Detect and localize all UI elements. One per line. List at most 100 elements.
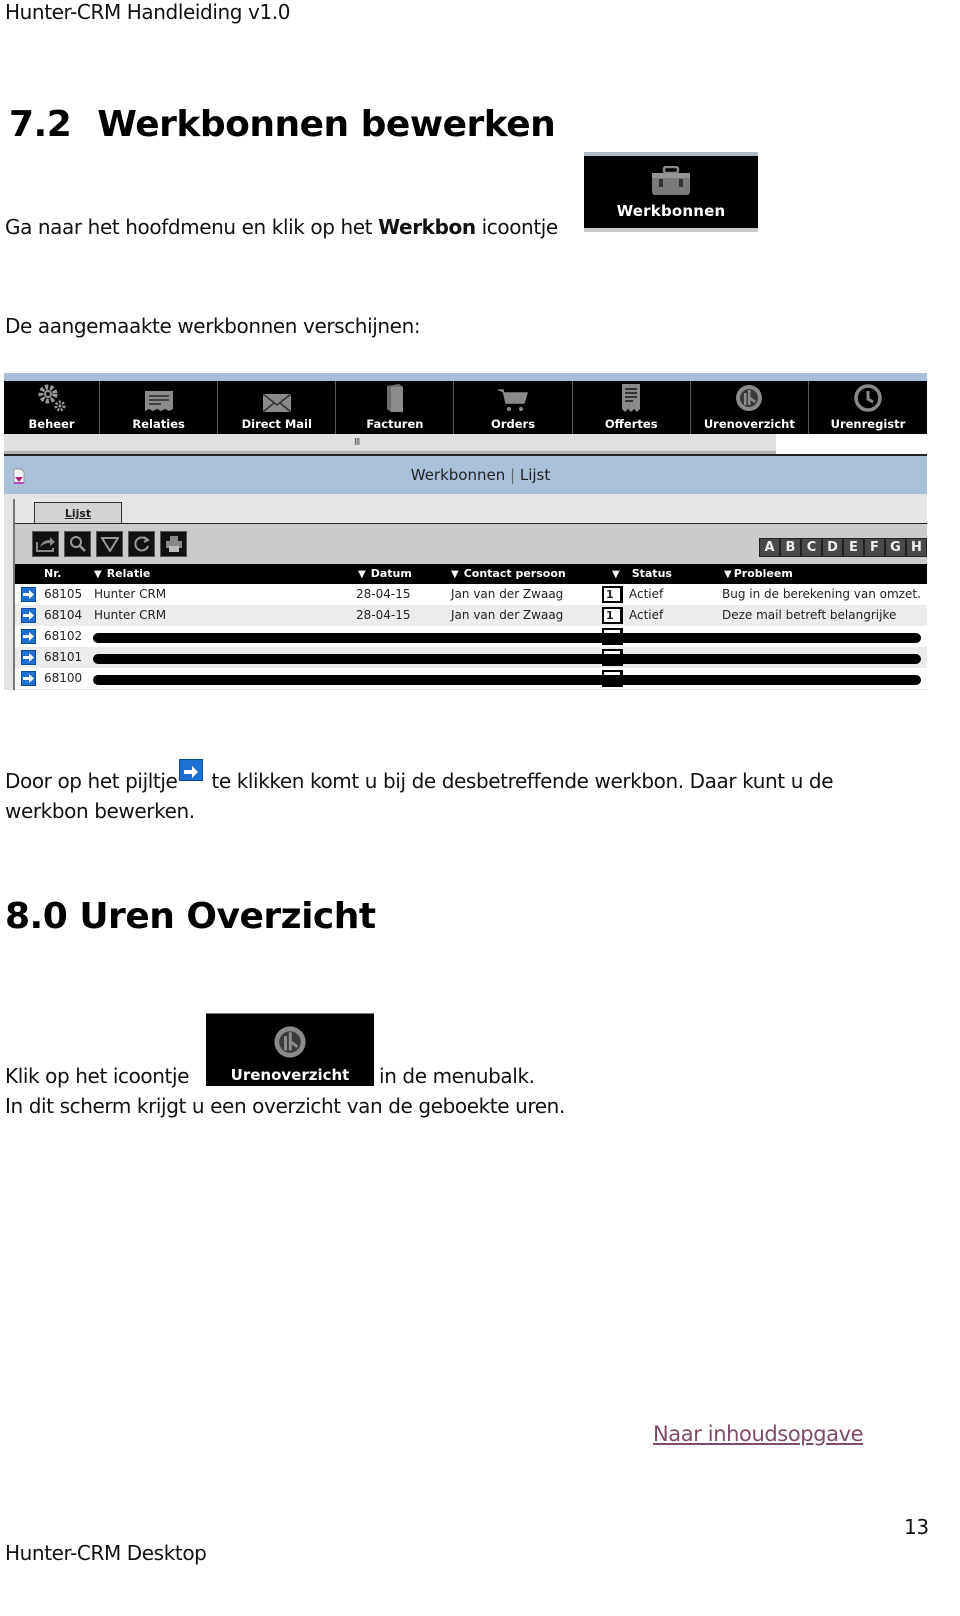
col-label: Probleem — [733, 567, 793, 580]
open-werkbon-arrow-icon[interactable] — [21, 629, 36, 644]
tab-panel: Lijst ABCDEFGH Nr. ▼ Relatie ▼ Datum ▼ Cont… — [13, 499, 927, 690]
export-button[interactable] — [32, 531, 59, 557]
alpha-filter-e[interactable]: E — [843, 538, 864, 557]
alpha-filter-h[interactable]: H — [906, 538, 927, 557]
search-button[interactable] — [64, 531, 91, 557]
window-top-strip — [4, 373, 927, 381]
window-title-main: Werkbonnen — [410, 466, 506, 484]
alpha-filter-c[interactable]: C — [801, 538, 822, 557]
menu-label: Relaties — [132, 417, 185, 431]
werkbonnen-menu-tile: Werkbonnen — [584, 152, 758, 232]
section-number: 7.2 — [9, 104, 72, 145]
menu-label: Offertes — [604, 417, 658, 431]
print-button[interactable] — [160, 531, 187, 557]
text: Klik op het icoontje — [5, 1064, 190, 1088]
section-title: Uren Overzicht — [79, 896, 376, 937]
table-row: 68101 — [15, 647, 927, 668]
text: in de menubalk. — [379, 1064, 535, 1088]
priority-box: 1 — [602, 607, 623, 624]
alpha-filter-d[interactable]: D — [822, 538, 843, 557]
address-card-icon — [144, 391, 173, 411]
envelope-icon — [262, 393, 292, 413]
menu-item-urenregistratie[interactable]: Urenregistr — [809, 381, 927, 434]
col-probleem[interactable]: ▼ Probleem — [724, 567, 793, 580]
instruction-paragraph-5: In dit scherm krijgt u een overzicht van… — [5, 1094, 565, 1118]
cell-nr: 68102 — [44, 629, 83, 643]
col-contact[interactable]: ▼ Contact persoon — [451, 567, 566, 580]
receipt-icon — [622, 384, 641, 412]
alpha-filter-f[interactable]: F — [864, 538, 885, 557]
menu-label: Direct Mail — [241, 417, 312, 431]
table-row: 68102 — [15, 626, 927, 647]
tab-lijst[interactable]: Lijst — [34, 502, 122, 524]
redaction-bar — [93, 633, 921, 643]
running-footer: Hunter-CRM Desktop — [5, 1541, 207, 1565]
book-icon — [386, 384, 403, 412]
alpha-filter-b[interactable]: B — [780, 538, 801, 557]
title-separator: | — [510, 466, 516, 484]
cell-nr: 68101 — [44, 650, 83, 664]
cell-probleem: Bug in de berekening van omzet. — [722, 587, 921, 601]
section-heading-7-2: 7.2 Werkbonnen bewerken — [9, 104, 556, 145]
menu-label: Beheer — [28, 417, 75, 431]
cell-relatie: Hunter CRM — [94, 587, 167, 601]
window-titlebar: Werkbonnen | Lijst — [4, 454, 927, 494]
menu-item-facturen[interactable]: Facturen — [336, 381, 455, 434]
menu-item-offertes[interactable]: Offertes — [573, 381, 691, 434]
menu-item-relaties[interactable]: Relaties — [100, 381, 219, 434]
text: icoontje — [475, 215, 559, 239]
open-werkbon-arrow-icon[interactable] — [21, 608, 36, 623]
instruction-paragraph-1: Ga naar het hoofdmenu en klik op het Wer… — [5, 215, 558, 239]
cell-relatie: Hunter CRM — [94, 608, 167, 622]
redaction-bar — [93, 675, 921, 685]
col-label: Relatie — [106, 567, 151, 580]
col-nr[interactable]: Nr. — [44, 567, 61, 580]
resize-grip[interactable]: III — [354, 437, 360, 448]
menu-item-urenoverzicht[interactable]: Urenoverzicht — [691, 381, 809, 434]
col-datum[interactable]: ▼ Datum — [358, 567, 412, 580]
refresh-button[interactable] — [128, 531, 155, 557]
menu-item-direct-mail[interactable]: Direct Mail — [218, 381, 337, 434]
section-title: Werkbonnen bewerken — [97, 104, 556, 145]
print-icon — [165, 536, 182, 552]
tile-label: Werkbonnen — [616, 202, 726, 220]
open-werkbon-arrow-icon[interactable] — [21, 650, 36, 665]
filter-button[interactable] — [96, 531, 123, 557]
sort-icon: ▼ — [612, 569, 620, 580]
priority-box: 1 — [602, 586, 623, 603]
menu-item-orders[interactable]: Orders — [454, 381, 573, 434]
menu-subbar: III — [4, 434, 927, 454]
list-toolbar: ABCDEFGH — [15, 524, 927, 564]
cell-contact: Jan van der Zwaag — [451, 608, 564, 622]
alpha-filter-g[interactable]: G — [885, 538, 906, 557]
alpha-filter-a[interactable]: A — [759, 538, 780, 557]
window-title-sub: Lijst — [519, 466, 551, 484]
cell-nr: 68105 — [44, 587, 83, 601]
cell-datum: 28-04-15 — [356, 587, 411, 601]
cell-contact: Jan van der Zwaag — [451, 587, 564, 601]
toc-link[interactable]: Naar inhoudsopgave — [653, 1422, 864, 1446]
section-heading-8-0: 8.0 Uren Overzicht — [5, 896, 376, 937]
menu-label: Facturen — [366, 417, 424, 431]
cell-datum: 28-04-15 — [356, 608, 411, 622]
cell-nr: 68104 — [44, 608, 83, 622]
bold-text: Werkbon — [378, 215, 476, 239]
sort-icon: ▼ — [724, 569, 732, 580]
redaction-bar — [93, 654, 921, 664]
sort-icon: ▼ — [358, 569, 366, 580]
clock-icon — [854, 384, 882, 412]
window-title: Werkbonnen | Lijst — [4, 466, 927, 484]
cell-status: Actief — [629, 587, 664, 601]
col-status[interactable]: ▼ Status — [612, 567, 672, 580]
col-label: Datum — [370, 567, 412, 580]
open-werkbon-arrow-icon[interactable] — [21, 587, 36, 602]
text: Ga naar het hoofdmenu en klik op het — [5, 215, 379, 239]
gears-icon — [38, 384, 66, 412]
col-relatie[interactable]: ▼ Relatie — [94, 567, 150, 580]
running-header: Hunter-CRM Handleiding v1.0 — [5, 0, 291, 24]
sort-icon: ▼ — [451, 569, 459, 580]
menu-item-beheer[interactable]: Beheer — [4, 381, 101, 434]
col-label: Contact persoon — [463, 567, 566, 580]
open-werkbon-arrow-icon[interactable] — [21, 671, 36, 686]
cart-icon — [498, 389, 529, 411]
